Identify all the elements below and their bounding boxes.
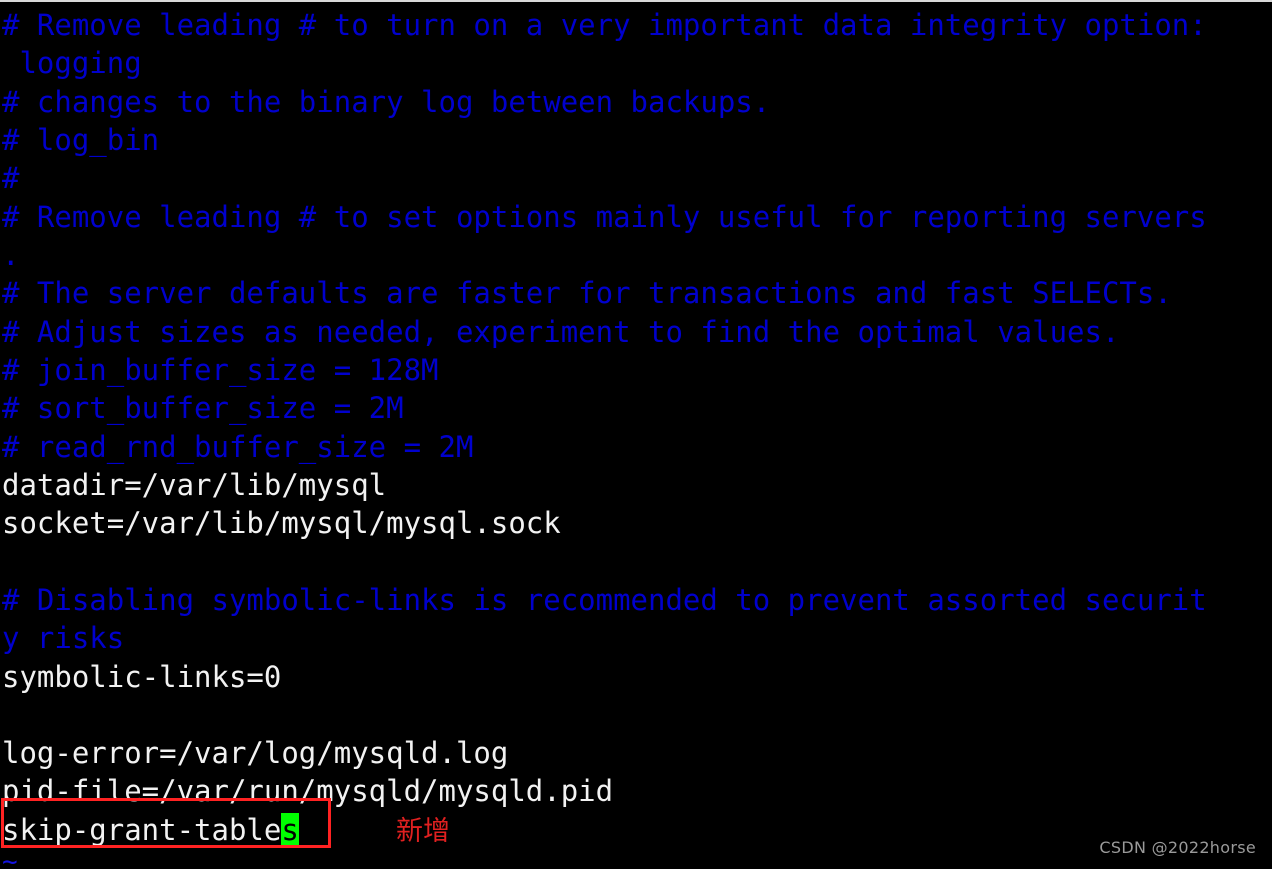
terminal-screenshot: # Remove leading # to turn on a very imp… <box>0 0 1272 869</box>
buffer-line: # Disabling symbolic-links is recommende… <box>2 583 1207 617</box>
buffer-line: # Remove leading # to set options mainly… <box>2 200 1207 234</box>
buffer-line: y risks <box>2 621 125 655</box>
empty-line-marker: ~ <box>2 847 18 869</box>
buffer-line-cursor[interactable]: skip-grant-tables <box>2 811 299 849</box>
watermark: CSDN @2022horse <box>1099 838 1256 857</box>
buffer-line: # Adjust sizes as needed, experiment to … <box>2 315 1120 349</box>
vim-editor-buffer[interactable]: # Remove leading # to turn on a very imp… <box>0 2 1272 869</box>
annotation-label: 新增 <box>396 816 450 847</box>
buffer-line: # join_buffer_size = 128M <box>2 353 439 387</box>
buffer-line: logging <box>2 46 142 80</box>
buffer-line: # changes to the binary log between back… <box>2 85 771 119</box>
buffer-line: # The server defaults are faster for tra… <box>2 276 1172 310</box>
buffer-line: # sort_buffer_size = 2M <box>2 391 404 425</box>
buffer-line: # log_bin <box>2 123 160 157</box>
buffer-line: # Remove leading # to turn on a very imp… <box>2 8 1207 42</box>
buffer-line: # <box>2 161 20 195</box>
cursor-line-text: skip-grant-table <box>2 813 282 847</box>
buffer-line: log-error=/var/log/mysqld.log <box>2 736 509 770</box>
buffer-line: # read_rnd_buffer_size = 2M <box>2 430 474 464</box>
buffer-line: pid-file=/var/run/mysqld/mysqld.pid <box>2 774 614 808</box>
text-cursor[interactable]: s <box>281 813 299 847</box>
buffer-line: . <box>2 238 20 272</box>
buffer-line: socket=/var/lib/mysql/mysql.sock <box>2 506 561 540</box>
buffer-line: symbolic-links=0 <box>2 660 282 694</box>
buffer-line: datadir=/var/lib/mysql <box>2 468 387 502</box>
